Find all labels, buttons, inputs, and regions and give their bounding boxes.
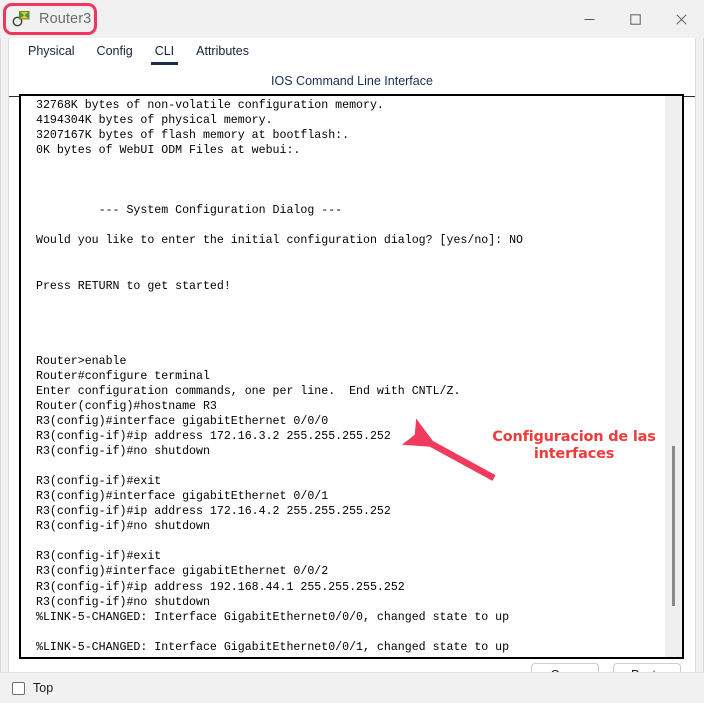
terminal-scrollbar-thumb[interactable] — [672, 446, 675, 606]
window-controls — [566, 0, 704, 38]
tab-cli-label: CLI — [154, 44, 175, 58]
router-magnifier-icon — [12, 10, 30, 28]
cli-panel-header: IOS Command Line Interface — [271, 74, 433, 88]
top-checkbox-label: Top — [33, 681, 54, 695]
window-title: Router3 — [39, 11, 92, 27]
tab-strip: Physical Config CLI Attributes — [9, 38, 695, 68]
tab-physical[interactable]: Physical — [17, 38, 86, 62]
title-bar: Router3 — [0, 0, 704, 38]
terminal-scrollbar[interactable] — [665, 96, 682, 657]
cli-window: Router3 Physical Config CLI Attributes I… — [0, 0, 704, 703]
tab-config[interactable]: Config — [86, 38, 144, 62]
maximize-icon[interactable] — [612, 0, 658, 38]
tab-config-label: Config — [96, 44, 133, 58]
top-checkbox[interactable] — [12, 681, 25, 695]
tab-physical-label: Physical — [28, 44, 75, 58]
cli-terminal[interactable]: 32768K bytes of non-volatile configurati… — [19, 94, 684, 659]
tab-cli[interactable]: CLI — [144, 38, 185, 65]
top-checkbox-group[interactable]: Top — [12, 681, 53, 695]
status-bar: Top — [0, 672, 704, 703]
minimize-icon[interactable] — [566, 0, 612, 38]
close-icon[interactable] — [658, 0, 704, 38]
tab-attributes-label: Attributes — [196, 44, 249, 58]
tab-attributes[interactable]: Attributes — [185, 38, 260, 62]
terminal-output: 32768K bytes of non-volatile configurati… — [36, 99, 524, 654]
window-border-left — [0, 38, 1, 702]
content-panel: Physical Config CLI Attributes IOS Comma… — [8, 38, 696, 686]
